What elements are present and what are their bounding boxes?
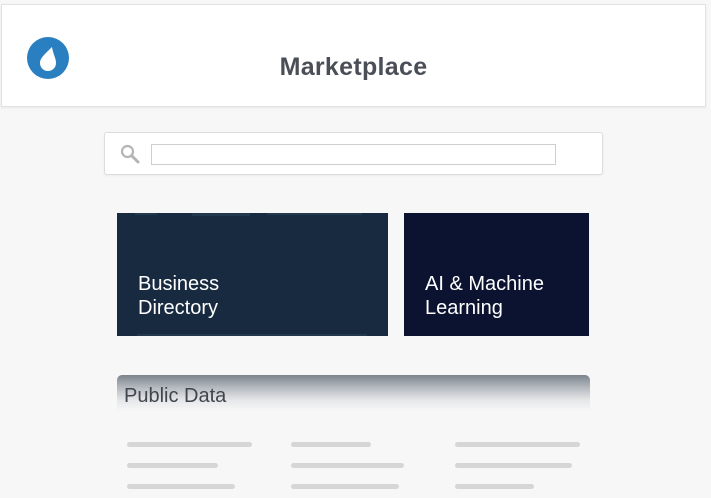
category-tile-business-directory[interactable]: Business Directory (117, 213, 388, 336)
search-icon (120, 144, 140, 164)
placeholder-line (455, 442, 580, 447)
placeholder-line (291, 484, 399, 489)
section-title: Public Data (124, 385, 227, 407)
placeholder-line (455, 484, 534, 489)
placeholder-line (455, 463, 572, 468)
placeholder-line (127, 463, 218, 468)
search-input[interactable] (151, 144, 556, 165)
search-bar (104, 132, 603, 175)
category-label: AI & Machine Learning (425, 273, 544, 319)
category-tile-ai-machine-learning[interactable]: AI & Machine Learning (404, 213, 589, 336)
category-label: Business Directory (138, 273, 220, 319)
page-title: Marketplace (279, 53, 428, 81)
placeholder-line (291, 463, 404, 468)
placeholder-line (127, 442, 252, 447)
placeholder-line (127, 484, 235, 489)
app-header: Marketplace (1, 4, 706, 107)
placeholder-line (291, 442, 371, 447)
